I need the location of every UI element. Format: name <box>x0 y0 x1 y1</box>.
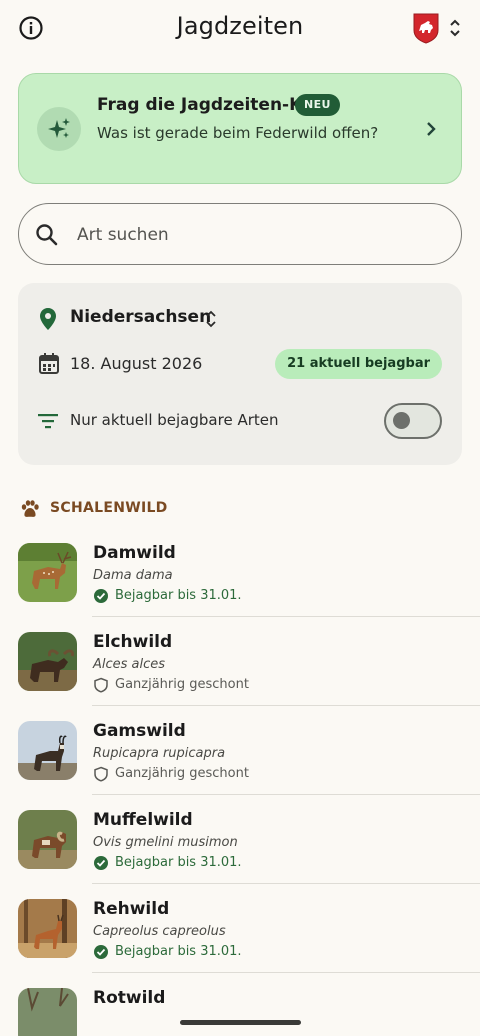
status-text: Bejagbar bis 31.01. <box>115 855 242 870</box>
unfold-icon <box>206 310 216 328</box>
species-name: Damwild <box>93 543 176 563</box>
status-text: Bejagbar bis 31.01. <box>115 944 242 959</box>
check-circle-icon <box>94 589 108 603</box>
species-search[interactable] <box>18 203 462 265</box>
species-photo <box>18 810 77 869</box>
app-bar: Jagdzeiten <box>0 0 480 56</box>
list-item[interactable]: Gamswild Rupicapra rupicapra Ganzjährig … <box>0 706 480 795</box>
species-list: Damwild Dama dama Bejagbar bis 31.01. El… <box>0 528 480 1036</box>
date-label[interactable]: 18. August 2026 <box>70 354 202 373</box>
list-item[interactable]: Rehwild Capreolus capreolus Bejagbar bis… <box>0 884 480 973</box>
status-text: Ganzjährig geschont <box>115 677 249 692</box>
species-latin-name: Capreolus capreolus <box>93 924 226 939</box>
location-pin-icon <box>40 308 56 330</box>
calendar-icon[interactable] <box>38 352 60 374</box>
search-icon <box>36 224 58 246</box>
species-photo <box>18 543 77 602</box>
search-input[interactable] <box>77 222 437 248</box>
species-photo <box>18 721 77 780</box>
home-indicator[interactable] <box>180 1020 301 1025</box>
ai-assistant-card[interactable]: Frag die Jagdzeiten-KI NEU Was ist gerad… <box>18 73 462 184</box>
status-text: Bejagbar bis 31.01. <box>115 588 242 603</box>
section-label: SCHALENWILD <box>50 500 168 516</box>
huntable-only-toggle[interactable] <box>384 403 442 439</box>
species-latin-name: Ovis gmelini musimon <box>93 835 238 850</box>
species-latin-name: Alces alces <box>93 657 166 672</box>
state-switcher[interactable] <box>412 12 468 44</box>
unfold-icon <box>450 19 460 37</box>
status-text: Ganzjährig geschont <box>115 766 249 781</box>
chevron-right-icon <box>427 122 436 136</box>
region-selector[interactable]: Niedersachsen <box>38 305 258 333</box>
species-name: Rehwild <box>93 899 170 919</box>
species-name: Gamswild <box>93 721 186 741</box>
check-circle-icon <box>94 945 108 959</box>
species-latin-name: Dama dama <box>93 568 173 583</box>
paw-icon <box>21 500 39 517</box>
huntable-filter-row: Nur aktuell bejagbare Arten <box>38 401 442 441</box>
shield-icon <box>94 766 108 782</box>
ai-icon-badge <box>37 107 81 151</box>
toggle-knob <box>393 412 410 429</box>
date-row: 18. August 2026 21 aktuell bejagbar <box>38 349 442 379</box>
ai-card-subtitle: Was ist gerade beim Federwild offen? <box>97 124 379 142</box>
list-item[interactable]: Rotwild <box>0 973 480 1036</box>
page-title: Jagdzeiten <box>176 12 304 40</box>
huntable-count-badge: 21 aktuell bejagbar <box>275 349 442 379</box>
species-name: Elchwild <box>93 632 173 652</box>
shield-icon <box>94 677 108 693</box>
list-item[interactable]: Muffelwild Ovis gmelini musimon Bejagbar… <box>0 795 480 884</box>
filter-icon <box>38 414 58 429</box>
check-circle-icon <box>94 856 108 870</box>
sparkle-icon <box>48 118 70 138</box>
species-photo <box>18 899 77 958</box>
list-item[interactable]: Damwild Dama dama Bejagbar bis 31.01. <box>0 528 480 617</box>
new-badge: NEU <box>295 94 340 116</box>
list-item[interactable]: Elchwild Alces alces Ganzjährig geschont <box>0 617 480 706</box>
species-name: Muffelwild <box>93 810 193 830</box>
toggle-label: Nur aktuell bejagbare Arten <box>70 411 279 429</box>
ai-card-title: Frag die Jagdzeiten-KI <box>97 95 309 115</box>
species-name: Rotwild <box>93 988 166 1008</box>
filter-card: Niedersachsen 18. August 2026 21 aktuell… <box>18 283 462 465</box>
region-label: Niedersachsen <box>70 307 212 327</box>
section-header: SCHALENWILD <box>20 498 320 520</box>
species-photo <box>18 988 77 1036</box>
species-photo <box>18 632 77 691</box>
species-latin-name: Rupicapra rupicapra <box>93 746 226 761</box>
coat-of-arms-icon <box>413 13 439 44</box>
